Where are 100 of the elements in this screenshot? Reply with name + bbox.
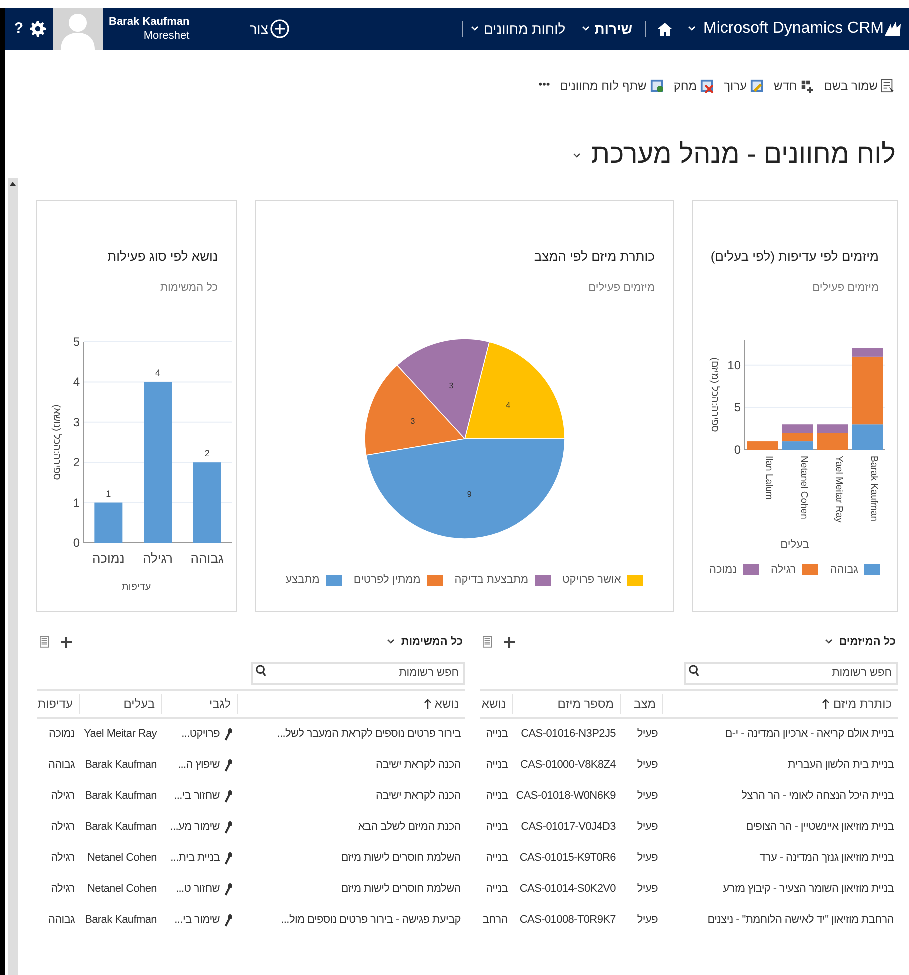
- table-cell: Yael Meitar Ray: [84, 728, 157, 740]
- caret-icon: [825, 639, 834, 645]
- avatar-icon: [53, 8, 103, 50]
- legend-swatch: [426, 574, 443, 586]
- data-label: 3: [448, 382, 454, 391]
- legend-label: ממתין לפרטים: [354, 573, 421, 588]
- table-cell[interactable]: בניית מוזיאון השומר הצעיר - קיבוץ מזרע: [723, 883, 894, 896]
- search-field[interactable]: חפש רשומות: [684, 662, 898, 684]
- legend-swatch: [326, 574, 342, 586]
- axis-title: עדיפות: [122, 581, 152, 595]
- column-header[interactable]: עדיפות: [32, 694, 79, 714]
- table-cell[interactable]: שימור בי...: [174, 912, 220, 929]
- category-label: Ilan Lalum: [764, 456, 774, 500]
- bar: [782, 433, 813, 442]
- tick-label: 0: [734, 443, 741, 457]
- table-cell[interactable]: בניית היכל הנצחה לאומי - הר הרצל: [742, 790, 894, 802]
- wrench-icon: [224, 759, 233, 772]
- column-header[interactable]: לגבי: [161, 694, 237, 714]
- tick-label: 5: [734, 400, 741, 415]
- list-icon[interactable]: [40, 636, 49, 648]
- wrench-icon: [224, 852, 233, 865]
- table-cell: CAS-01017-V0J4D3: [521, 821, 616, 834]
- caret-icon[interactable]: [573, 153, 582, 159]
- caret-icon: [470, 26, 479, 32]
- table-cell[interactable]: הרחבת מוזיאון "יד לאישה הלוחמת" - ניצנים: [708, 914, 894, 926]
- table-cell: פעיל: [637, 759, 658, 772]
- scroll-up-icon[interactable]: [10, 182, 16, 186]
- save-as-icon: [881, 79, 895, 93]
- table-cell[interactable]: הכנה לקראת ישיבה: [376, 790, 461, 802]
- legend-label: אושר פרויקט: [562, 573, 622, 588]
- legend-swatch: [802, 564, 818, 576]
- create-button[interactable]: צור: [250, 18, 290, 40]
- grid-plus-icon: [800, 79, 814, 93]
- share-icon: [650, 79, 664, 93]
- column-header[interactable]: מצב: [620, 694, 662, 714]
- wrench-icon: [224, 883, 233, 896]
- scrollbar[interactable]: [8, 178, 18, 975]
- table-cell[interactable]: שימור מע...: [170, 819, 220, 836]
- help-button[interactable]: ?: [8, 18, 30, 40]
- tick-label: 0: [72, 536, 80, 550]
- table-cell[interactable]: שחזור ט...: [176, 881, 220, 898]
- table-cell: CAS-01016-N3P2J5: [521, 728, 616, 740]
- search-icon: [256, 665, 267, 677]
- table-cell[interactable]: שחזור בי...: [174, 788, 220, 805]
- list-icon[interactable]: [483, 636, 492, 648]
- view-selector[interactable]: כל המיזמים: [825, 634, 898, 650]
- brand-name[interactable]: Microsoft Dynamics CRM: [704, 17, 884, 41]
- command-button[interactable]: שמור בשם: [824, 77, 895, 95]
- table-cell: רגילה: [51, 790, 75, 802]
- column-header[interactable]: נושא: [237, 694, 465, 714]
- table-cell[interactable]: שיפוץ ה...: [178, 757, 220, 774]
- table-cell[interactable]: פרויקט...: [182, 726, 220, 743]
- column-header[interactable]: מספר מיזם: [512, 694, 620, 714]
- command-button[interactable]: שתף לוח מחוונים: [560, 77, 664, 95]
- column-header[interactable]: כותרת מיזם: [662, 694, 898, 714]
- add-icon[interactable]: [504, 636, 515, 648]
- add-icon[interactable]: [61, 636, 72, 648]
- legend-swatch: [534, 574, 551, 586]
- table-cell[interactable]: השלמת חוסרים לישות מיזם: [341, 883, 461, 896]
- table-cell[interactable]: בניית מוזיאון גנזך המדינה - ערד: [760, 852, 894, 864]
- chart-title: כותרת מיזם לפי המצב: [533, 248, 656, 266]
- table-cell[interactable]: בניית בית הלשון העברית: [788, 759, 894, 772]
- user-name[interactable]: Barak Kaufman: [109, 15, 190, 29]
- search-icon: [689, 665, 700, 677]
- category-label: Barak Kaufman: [868, 456, 880, 522]
- table-cell: נמוכה: [49, 728, 75, 740]
- table-cell: CAS-01014-S0K2V0: [520, 883, 616, 896]
- table-cell: רגילה: [51, 821, 75, 834]
- caret-icon: [387, 639, 396, 645]
- settings-icon[interactable]: [30, 21, 46, 37]
- bar: [782, 424, 813, 434]
- logo-icon: [885, 22, 903, 36]
- search-field[interactable]: חפש רשומות: [251, 662, 465, 684]
- table-cell[interactable]: בניית אולם קריאה - ארכיון המדינה - י-ם: [725, 728, 894, 740]
- category-label: נמוכה: [92, 551, 124, 566]
- table-cell[interactable]: בניית מוזיאון איינשטיין - הר הצופים: [746, 821, 894, 834]
- table-cell[interactable]: בניית בית...: [170, 850, 220, 867]
- table-cell[interactable]: הכנת המיזם לשלב הבא: [358, 821, 461, 834]
- table-cell: רגילה: [51, 883, 75, 896]
- table-cell[interactable]: הכנה לקראת ישיבה: [376, 759, 461, 772]
- bar: [747, 442, 778, 450]
- table-cell[interactable]: בירור פרטים נוספים לקראת המעבר לשל...: [277, 728, 461, 740]
- table-cell: פעיל: [637, 790, 658, 802]
- area-menu[interactable]: שירות: [582, 18, 633, 40]
- section-menu[interactable]: לוחות מחוונים: [470, 18, 566, 40]
- command-button[interactable]: מחק: [674, 77, 714, 95]
- wrench-icon: [224, 914, 233, 927]
- home-icon[interactable]: [658, 22, 672, 36]
- table-cell[interactable]: השלמת חוסרים לישות מיזם: [341, 852, 461, 864]
- command-button[interactable]: חדש: [774, 77, 814, 95]
- table-cell[interactable]: קביעת פגישה - בירור פרטים נוספים מול...: [281, 914, 461, 926]
- command-button[interactable]: ערוך: [724, 77, 764, 95]
- table-cell: CAS-01008-T0R9K7: [520, 914, 616, 926]
- view-selector[interactable]: כל המשימות: [387, 634, 465, 650]
- table-cell: Barak Kaufman: [85, 790, 157, 802]
- column-header[interactable]: נושא: [476, 694, 512, 714]
- chart-subtitle: מיזמים פעילים: [812, 280, 880, 296]
- more-button[interactable]: •••: [534, 77, 550, 94]
- data-label: 3: [410, 417, 415, 426]
- column-header[interactable]: בעלים: [79, 694, 161, 714]
